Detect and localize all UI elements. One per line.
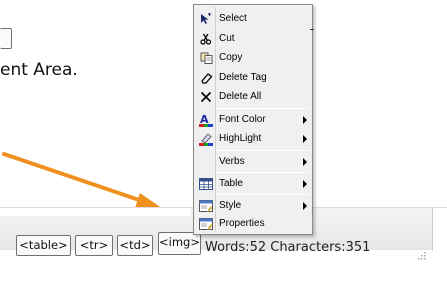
- tag-breadcrumb-tr[interactable]: <tr>: [75, 235, 113, 256]
- context-menu: Select Cut Copy Delete Tag Delete All A …: [193, 4, 314, 235]
- menu-item-style[interactable]: Style: [195, 197, 311, 215]
- menu-item-font-color[interactable]: A Font Color: [195, 111, 311, 129]
- resize-grip-icon[interactable]: [416, 250, 426, 260]
- menu-item-table[interactable]: Table: [195, 175, 311, 193]
- word-character-count: Words:52 Characters:351: [205, 240, 371, 255]
- submenu-arrow-icon: [303, 116, 307, 124]
- table-icon: [199, 177, 213, 191]
- menu-item-delete-tag[interactable]: Delete Tag: [195, 69, 311, 87]
- editor-content-text: ent Area.: [0, 60, 78, 80]
- eraser-icon: [199, 71, 213, 85]
- highlighter-icon: [199, 132, 213, 146]
- cursor-icon: [199, 12, 213, 26]
- tag-breadcrumb-td[interactable]: <td>: [117, 235, 153, 256]
- font-color-icon: A: [199, 113, 213, 127]
- menu-item-delete-all[interactable]: Delete All: [195, 88, 311, 106]
- tag-breadcrumb-previous[interactable]: [0, 28, 12, 49]
- x-icon: [199, 90, 213, 104]
- menu-item-cut[interactable]: Cut: [195, 30, 311, 48]
- style-icon: [199, 199, 213, 213]
- menu-item-highlight[interactable]: HighLight: [195, 130, 311, 148]
- submenu-arrow-icon: [303, 180, 307, 188]
- submenu-arrow-icon: [303, 135, 307, 143]
- submenu-arrow-icon: [303, 158, 307, 166]
- menu-item-select[interactable]: Select: [195, 10, 311, 28]
- menu-item-copy[interactable]: Copy: [195, 49, 311, 67]
- tag-breadcrumb-img[interactable]: <img>: [158, 232, 201, 255]
- properties-icon: [199, 217, 213, 231]
- copy-icon: [199, 51, 213, 65]
- menu-item-verbs[interactable]: Verbs: [195, 153, 311, 171]
- scissors-icon: [199, 32, 213, 46]
- submenu-arrow-icon: [303, 202, 307, 210]
- tag-breadcrumb-table[interactable]: <table>: [16, 235, 71, 256]
- menu-item-properties[interactable]: Properties: [195, 215, 311, 233]
